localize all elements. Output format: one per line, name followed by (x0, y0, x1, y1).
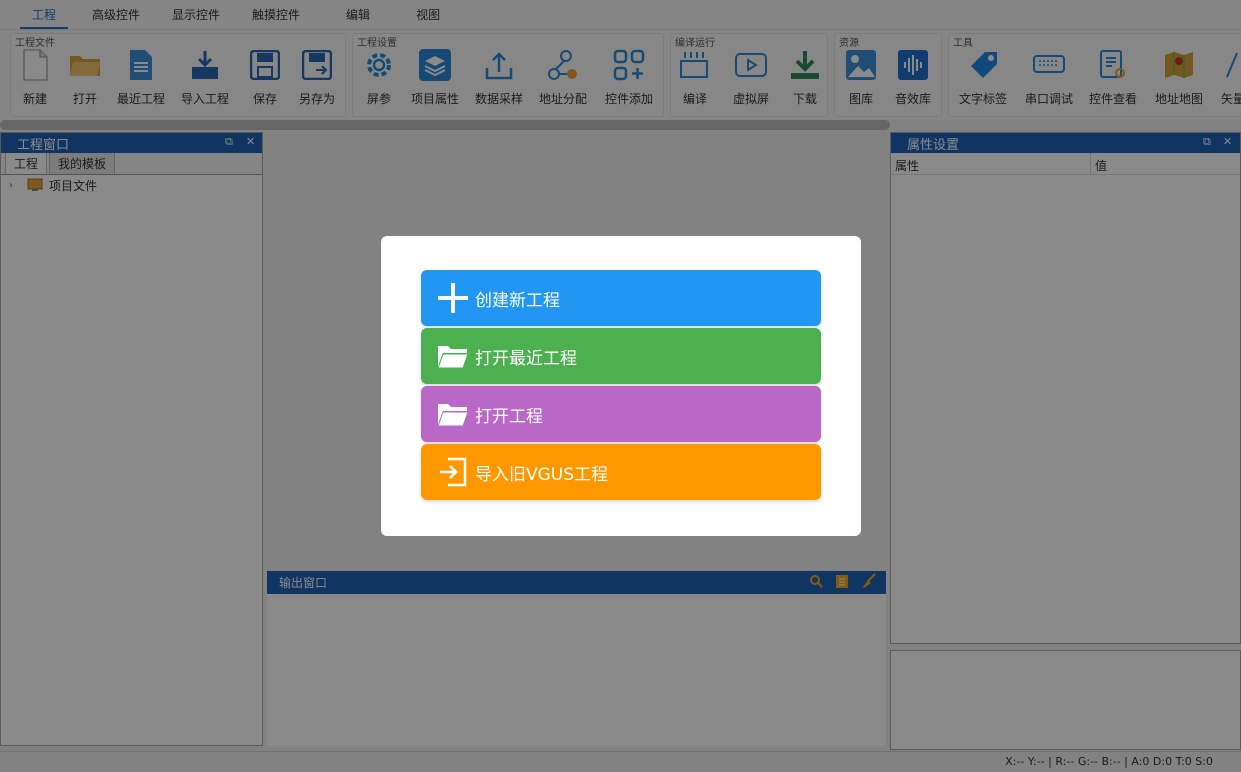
open-recent-project-button[interactable]: 打开最近工程 (421, 328, 821, 384)
folder-open-icon (435, 396, 471, 432)
import-old-vgus-project-button[interactable]: 导入旧VGUS工程 (421, 444, 821, 500)
plus-icon (435, 280, 471, 316)
button-label: 打开工程 (475, 406, 543, 427)
button-label: 打开最近工程 (475, 348, 577, 369)
button-label: 导入旧VGUS工程 (475, 464, 609, 485)
import-icon (435, 454, 471, 490)
create-new-project-button[interactable]: 创建新工程 (421, 270, 821, 326)
button-label: 创建新工程 (475, 290, 560, 311)
start-dialog: 创建新工程 打开最近工程 打开工程 导入旧VGUS工程 (381, 236, 861, 536)
folder-open-icon (435, 338, 471, 374)
open-project-button[interactable]: 打开工程 (421, 386, 821, 442)
